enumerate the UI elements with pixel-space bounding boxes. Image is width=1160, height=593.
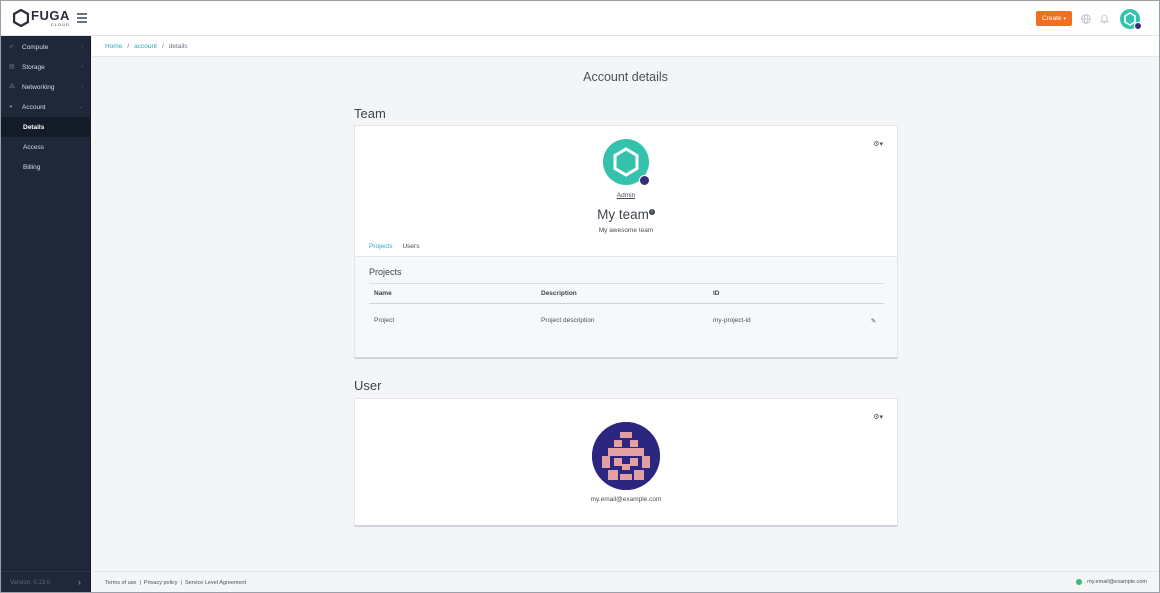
sidebar-item-compute[interactable]: ➶ Compute › [1,37,90,57]
sidebar-item-account[interactable]: ● Account ⌄ [1,97,90,117]
create-button[interactable]: Create ▾ [1036,11,1072,26]
sidebar-item-storage[interactable]: ▤ Storage › [1,57,90,77]
network-icon: ⁂ [9,84,15,90]
project-name-cell: Project [374,317,395,324]
breadcrumb: Home / account / details [92,36,1159,57]
online-status-icon [1076,579,1083,585]
breadcrumb-home[interactable]: Home [105,43,122,50]
sidebar-item-label: Details [23,123,45,131]
top-bar: FUGA CLOUD Create ▾ [1,1,1159,36]
sidebar-item-label: Billing [23,163,41,171]
footer-divider: | [180,579,182,586]
chevron-right-icon: › [81,84,83,90]
team-heading: Team [354,106,386,121]
user-icon: ● [9,104,13,110]
hexagon-logo-icon [13,9,29,27]
sidebar-footer: Version: 0.13.0 › [1,571,90,592]
sidebar-item-label: Compute [22,43,49,51]
menu-toggle-icon[interactable] [77,13,87,23]
bell-icon[interactable] [1100,14,1109,24]
terms-link[interactable]: Terms of use [105,580,136,586]
app-window: FUGA CLOUD Create ▾ ➶ Compute › ▤ Storag… [0,0,1160,593]
sidebar-item-billing[interactable]: Billing [1,157,90,177]
project-description-cell: Project description [541,317,595,324]
breadcrumb-account[interactable]: account [134,43,157,50]
caret-down-icon: ▾ [1063,16,1067,22]
project-id-cell: my-project-id [713,317,751,324]
logo[interactable]: FUGA CLOUD [13,9,70,27]
breadcrumb-current: details [168,42,188,50]
database-icon: ▤ [9,64,15,70]
chevron-right-icon: › [81,64,83,70]
user-mini-avatar [1134,22,1142,30]
status-email: my.email@example.com [1087,579,1147,585]
admin-link[interactable]: Admin [355,192,897,199]
tab-projects[interactable]: Projects [369,241,393,257]
sidebar: ➶ Compute › ▤ Storage › ⁂ Networking › ●… [1,36,91,592]
status-indicator: my.email@example.com [1076,579,1147,585]
table-header-row: Name Description ID [369,283,884,304]
user-card: ⚙▾ my.email@example.com [354,398,898,527]
team-name-text: My team [597,207,649,222]
footer-divider: | [139,579,141,586]
tab-users[interactable]: Users [402,241,419,257]
version-label: Version: 0.13.0 [10,579,51,586]
breadcrumb-separator: / [161,42,164,50]
sidebar-item-details[interactable]: Details [1,117,90,137]
table-row: Project Project description my-project-i… [369,304,884,337]
rocket-icon: ➶ [9,44,15,50]
privacy-link[interactable]: Privacy policy [144,580,178,586]
page-title: Account details [583,70,668,84]
projects-table: Name Description ID Project Project desc… [369,283,884,337]
team-avatar [603,139,650,186]
sidebar-item-label: Account [22,103,46,111]
account-avatar[interactable] [1120,9,1142,30]
sidebar-item-label: Access [23,143,44,151]
sidebar-item-networking[interactable]: ⁂ Networking › [1,77,90,97]
admin-mini-avatar [639,175,650,186]
sidebar-item-label: Networking [22,83,55,91]
globe-icon[interactable] [1081,14,1091,24]
chevron-down-icon: ⌄ [78,104,83,110]
team-tabs: Projects Users [369,241,429,257]
column-header-id: ID [713,290,720,297]
team-settings-gear-icon[interactable]: ⚙▾ [873,140,883,148]
team-description: My awesome team [598,227,654,234]
user-email: my.email@example.com [590,496,662,503]
team-card: ⚙▾ Admin My team i My awesome team Projec… [354,125,898,359]
edit-pencil-icon[interactable]: ✎ [863,317,884,325]
chevron-right-icon[interactable]: › [78,577,81,587]
sidebar-item-label: Storage [22,63,45,71]
sidebar-item-access[interactable]: Access [1,137,90,157]
user-heading: User [354,378,382,393]
projects-heading: Projects [369,267,402,277]
logo-name: FUGA [31,8,70,23]
logo-subtitle: CLOUD [50,22,70,27]
sla-link[interactable]: Service Level Agreement [185,580,246,586]
column-header-name: Name [374,290,392,297]
team-name: My team i [355,207,897,222]
user-avatar [592,422,660,490]
user-settings-gear-icon[interactable]: ⚙▾ [873,413,883,421]
info-icon[interactable]: i [648,209,655,215]
identicon-image [592,422,660,490]
breadcrumb-separator: / [127,42,130,50]
chevron-right-icon: › [81,44,83,50]
projects-panel: Projects Name Description ID Project Pro… [355,256,897,356]
create-button-label: Create [1041,15,1062,22]
column-header-description: Description [541,290,577,297]
footer: Terms of use | Privacy policy | Service … [92,571,1159,592]
